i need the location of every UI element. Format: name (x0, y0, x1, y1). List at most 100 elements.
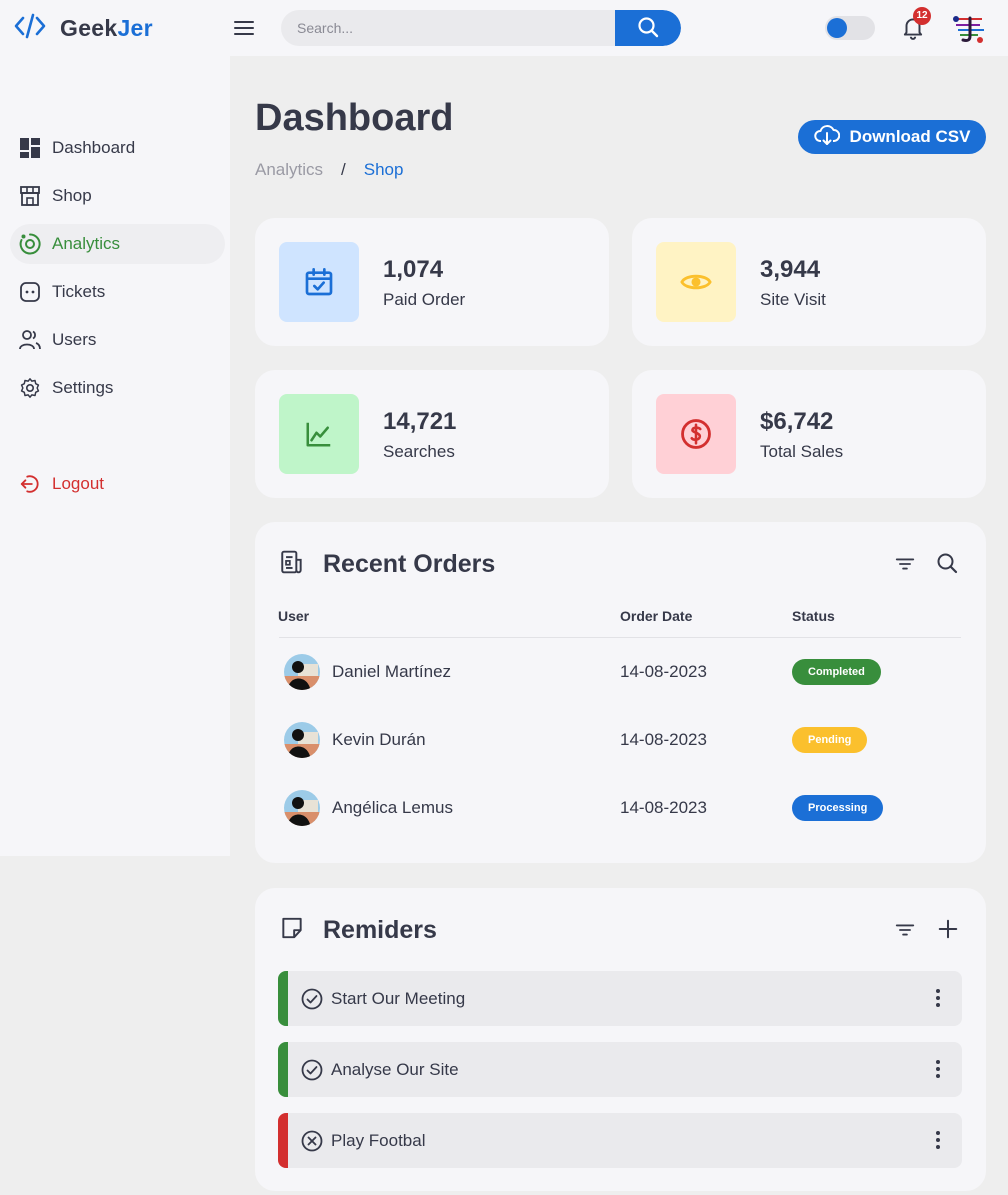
column-header-user[interactable]: User (278, 608, 309, 624)
reminder-item[interactable]: Analyse Our Site (278, 1042, 962, 1097)
store-icon (18, 184, 42, 208)
reminder-text: Play Footbal (331, 1131, 426, 1150)
stat-value: 1,074 (383, 256, 444, 283)
table-row[interactable]: Kevin Durán 14-08-2023 Pending (279, 712, 961, 768)
logout-label: Logout (52, 474, 104, 493)
stat-card-site-visit: 3,944 Site Visit (632, 218, 986, 346)
brand-name-part1: Geek (60, 14, 118, 41)
breadcrumb-analytics[interactable]: Analytics (255, 160, 323, 180)
reminder-text: Start Our Meeting (331, 989, 466, 1008)
column-header-status[interactable]: Status (792, 608, 835, 624)
sidebar-item-tickets[interactable]: Tickets (10, 272, 225, 312)
filter-icon[interactable] (892, 551, 918, 577)
search-button[interactable] (615, 10, 681, 46)
stat-label: Total Sales (760, 442, 844, 461)
column-header-order-date[interactable]: Order Date (620, 608, 692, 624)
more-vertical-icon[interactable] (926, 1128, 950, 1152)
sidebar-item-shop[interactable]: Shop (10, 176, 225, 216)
notification-badge: 12 (913, 7, 931, 25)
sidebar-item-analytics[interactable]: Analytics (10, 224, 225, 264)
sidebar-item-label: Tickets (52, 282, 106, 301)
check-circle-icon[interactable] (300, 1058, 324, 1082)
more-vertical-icon[interactable] (926, 1057, 950, 1081)
hamburger-menu-icon[interactable] (232, 16, 256, 40)
line-chart-icon (279, 394, 359, 474)
brand-name-part2: Jer (117, 14, 153, 41)
recent-orders-title: Recent Orders (323, 549, 496, 578)
breadcrumb-separator: / (341, 160, 346, 179)
status-badge: Processing (792, 795, 884, 821)
brand-logo[interactable]: GeekJer (14, 12, 153, 44)
receipt-icon (279, 549, 305, 580)
sidebar-item-users[interactable]: Users (10, 320, 225, 360)
breadcrumb-shop[interactable]: Shop (364, 160, 404, 180)
app-root: GeekJer Search... 12 Dashboard Shop Anal… (0, 0, 1008, 1195)
stat-value: 14,721 (383, 408, 457, 435)
order-date: 14-08-2023 (620, 798, 707, 817)
sidebar-item-label: Analytics (52, 234, 121, 253)
stat-label: Paid Order (383, 290, 466, 309)
logout-icon (18, 472, 42, 496)
reminder-status-bar (278, 971, 288, 1026)
status-badge: Completed (792, 659, 881, 685)
reminder-status-bar (278, 1113, 288, 1168)
stat-value: $6,742 (760, 408, 834, 435)
dollar-icon (656, 394, 736, 474)
logout-button[interactable]: Logout (10, 464, 225, 504)
download-csv-button[interactable]: Download CSV (798, 120, 986, 154)
order-user: Daniel Martínez (332, 662, 452, 681)
stat-label: Site Visit (760, 290, 826, 309)
reminder-item[interactable]: Start Our Meeting (278, 971, 962, 1026)
top-bar: GeekJer Search... 12 (0, 0, 1008, 56)
stat-card-total-sales: $6,742 Total Sales (632, 370, 986, 498)
table-row[interactable]: Angélica Lemus 14-08-2023 Processing (279, 780, 961, 836)
brand-name: GeekJer (60, 15, 153, 42)
sidebar-item-dashboard[interactable]: Dashboard (10, 128, 225, 168)
sidebar-item-settings[interactable]: Settings (10, 368, 225, 408)
order-date: 14-08-2023 (620, 730, 707, 749)
more-vertical-icon[interactable] (926, 986, 950, 1010)
download-csv-label: Download CSV (849, 127, 971, 146)
x-circle-icon[interactable] (300, 1129, 324, 1153)
order-date: 14-08-2023 (620, 662, 707, 681)
reminders-header: Remiders (279, 915, 437, 945)
stat-label: Searches (383, 442, 455, 461)
order-user: Kevin Durán (332, 730, 426, 749)
avatar (284, 654, 320, 690)
check-circle-icon[interactable] (300, 987, 324, 1011)
eye-icon (656, 242, 736, 322)
reminders-title: Remiders (323, 915, 437, 944)
recent-orders-header: Recent Orders (279, 549, 495, 579)
calendar-check-icon (279, 242, 359, 322)
table-header-divider (279, 637, 961, 638)
search-icon[interactable] (934, 550, 960, 576)
analytics-icon (18, 232, 42, 256)
reminders-panel: Remiders Start Our Meeting Analyse Our S… (255, 888, 986, 1191)
users-icon (18, 328, 42, 352)
recent-orders-panel: Recent Orders User Order Date Status Dan… (255, 522, 986, 863)
search-icon (636, 15, 660, 42)
theme-toggle[interactable] (825, 16, 875, 40)
page-title: Dashboard (255, 97, 454, 139)
sidebar-item-label: Dashboard (52, 138, 136, 157)
profile-avatar[interactable] (950, 10, 986, 46)
toggle-knob (827, 18, 847, 38)
ticket-icon (18, 280, 42, 304)
avatar (284, 790, 320, 826)
add-icon[interactable] (935, 916, 961, 942)
sidebar-item-label: Users (52, 330, 97, 349)
dashboard-icon (18, 136, 42, 160)
code-brackets-icon (14, 12, 46, 45)
filter-icon[interactable] (892, 917, 918, 943)
reminder-item[interactable]: Play Footbal (278, 1113, 962, 1168)
sidebar: Dashboard Shop Analytics Tickets Users S… (0, 56, 230, 856)
gear-icon (18, 376, 42, 400)
order-user: Angélica Lemus (332, 798, 453, 817)
table-row[interactable]: Daniel Martínez 14-08-2023 Completed (279, 644, 961, 700)
sidebar-item-label: Settings (52, 378, 114, 397)
search-input[interactable] (281, 10, 615, 46)
sidebar-item-label: Shop (52, 186, 92, 205)
breadcrumb: Analytics / Shop (255, 160, 403, 180)
stat-card-searches: 14,721 Searches (255, 370, 609, 498)
stat-card-paid-order: 1,074 Paid Order (255, 218, 609, 346)
